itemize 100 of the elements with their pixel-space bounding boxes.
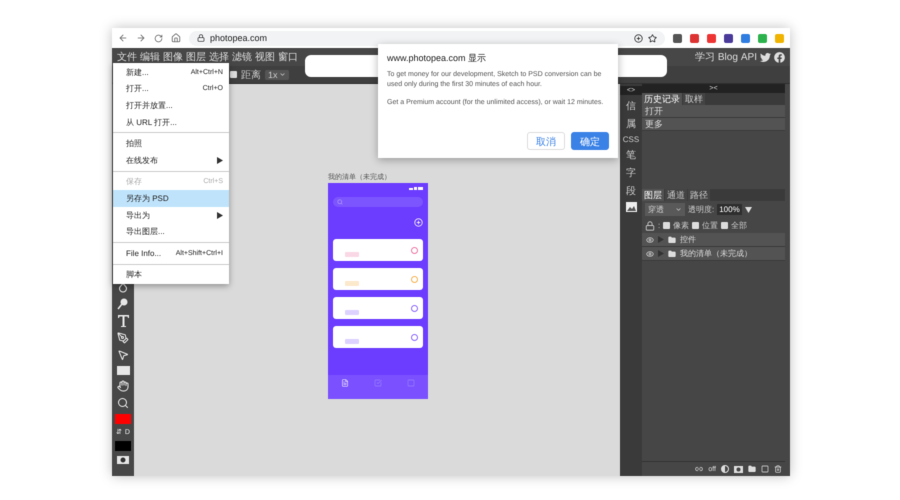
menu-item[interactable]: 导出为 (113, 206, 229, 224)
page-icon (761, 465, 769, 473)
address-bar[interactable]: photopea.com (189, 30, 665, 46)
checkbox[interactable] (721, 222, 728, 229)
menu-item[interactable]: 另存为 PSD (113, 190, 229, 207)
checkbox[interactable] (692, 222, 700, 229)
bird-icon[interactable] (760, 52, 771, 62)
history-item[interactable]: 更多 (642, 118, 785, 131)
menu-item[interactable]: 拍照 (113, 135, 229, 152)
list-icon (340, 379, 349, 387)
lock-label: : (658, 221, 660, 230)
tag-chip (345, 280, 359, 286)
zoom-select[interactable]: 1x (265, 70, 289, 80)
foreground-color[interactable] (115, 414, 131, 424)
confirm-button[interactable]: 确定 (571, 132, 609, 150)
lock-icon (197, 34, 205, 42)
menu-link[interactable]: Blog (718, 52, 738, 62)
pen-icon (117, 332, 129, 344)
side-tab[interactable]: 笔 (626, 148, 636, 162)
layer-name: 我的清单（未完成） (680, 248, 752, 259)
checkbox[interactable] (230, 71, 237, 78)
panel-tab[interactable]: 通道 (665, 189, 687, 201)
forward-icon[interactable] (136, 33, 146, 43)
layer-name: 控件 (680, 234, 696, 245)
add-icon (634, 34, 643, 42)
status-icons (409, 187, 423, 190)
side-tab[interactable]: 信 (626, 99, 636, 113)
menu-link[interactable]: 学习 (694, 50, 715, 64)
image-icon[interactable] (626, 202, 636, 212)
panel-tab[interactable]: 图层 (642, 189, 664, 201)
caret-icon (675, 206, 682, 213)
menu-item[interactable]: 滤镜 (232, 50, 252, 64)
side-tab[interactable]: 属 (626, 117, 636, 131)
cursor-icon (117, 349, 129, 361)
menu-item[interactable]: 脚本 (113, 266, 229, 284)
side-tab[interactable]: 字 (626, 166, 636, 180)
add-icon (414, 218, 423, 227)
checkbox-label: 像素 (673, 220, 690, 231)
dialog-title: www.photopea.com 显示 (387, 52, 488, 65)
checkbox[interactable] (663, 222, 670, 229)
menu-item[interactable]: 在线发布 (113, 152, 229, 169)
menu-item[interactable]: 导出图层... (113, 223, 229, 240)
star-icon (648, 34, 657, 42)
menu-item[interactable]: 窗口 (278, 50, 298, 64)
side-tab[interactable]: 段 (626, 184, 636, 198)
zoom-icon (117, 397, 129, 409)
caret-icon (278, 71, 286, 78)
folder-icon[interactable] (748, 465, 756, 473)
menu-item[interactable]: 图层 (186, 50, 206, 64)
search-icon (337, 199, 343, 205)
text-tool-icon[interactable] (118, 315, 128, 327)
submenu-arrow-icon (217, 156, 223, 164)
checkbox-label: 位置 (702, 220, 718, 231)
trash-icon (774, 465, 782, 473)
checkbox-label: 全部 (731, 220, 748, 231)
dropdown-icon[interactable] (744, 206, 752, 212)
menu-item[interactable]: 打开并放置... (113, 97, 229, 114)
half-circle-icon[interactable] (721, 465, 729, 473)
blend-select[interactable]: 穿透 (645, 203, 685, 216)
menu-item[interactable]: 编辑 (140, 50, 160, 64)
layer-row[interactable]: 控件 (642, 233, 785, 247)
menu-link[interactable]: API (740, 52, 757, 62)
reload-icon[interactable] (154, 34, 163, 42)
layer-row[interactable]: 我的清单（未完成） (642, 247, 785, 261)
checkbox-label: 距离 (241, 68, 261, 82)
tag-chip (345, 338, 359, 344)
menu-item[interactable]: 选择 (209, 50, 229, 64)
tag-chip (345, 310, 359, 314)
f-logo-icon[interactable] (774, 52, 785, 62)
square-icon (407, 379, 416, 387)
cancel-button[interactable]: 取消 (527, 132, 565, 150)
side-tab[interactable]: CSS (622, 135, 640, 144)
eye-icon[interactable] (646, 250, 654, 258)
panel-tab[interactable]: 取样 (683, 93, 705, 105)
check-icon (374, 379, 382, 387)
hand-icon (117, 380, 129, 392)
panel-tab[interactable]: 历史记录 (642, 93, 682, 105)
opacity-field[interactable]: 100% (717, 204, 742, 215)
home-icon[interactable] (171, 33, 181, 43)
mask-icon[interactable] (734, 466, 743, 472)
opacity-label: 透明度: (688, 204, 714, 215)
sponge-icon[interactable] (117, 298, 129, 310)
tag-chip (345, 252, 359, 256)
menu-item[interactable]: 图像 (163, 50, 183, 64)
droplet-icon (117, 281, 129, 293)
link-icon (695, 465, 704, 473)
folder-icon (668, 250, 676, 258)
menu-item[interactable]: 文件 (117, 50, 137, 64)
folder-icon (668, 236, 676, 244)
panel-tab[interactable]: 路径 (688, 189, 710, 201)
background-color[interactable] (115, 441, 131, 451)
lock-icon (645, 220, 655, 230)
menu-item[interactable]: 从 URL 打开... (113, 114, 229, 130)
eye-icon[interactable] (646, 236, 654, 244)
history-item[interactable]: 打开 (642, 105, 785, 118)
mask-icon[interactable] (117, 456, 129, 464)
back-icon[interactable] (118, 33, 128, 43)
menu-item[interactable]: 视图 (255, 50, 275, 64)
rectangle-icon[interactable] (116, 366, 130, 375)
submenu-arrow-icon (217, 212, 223, 219)
